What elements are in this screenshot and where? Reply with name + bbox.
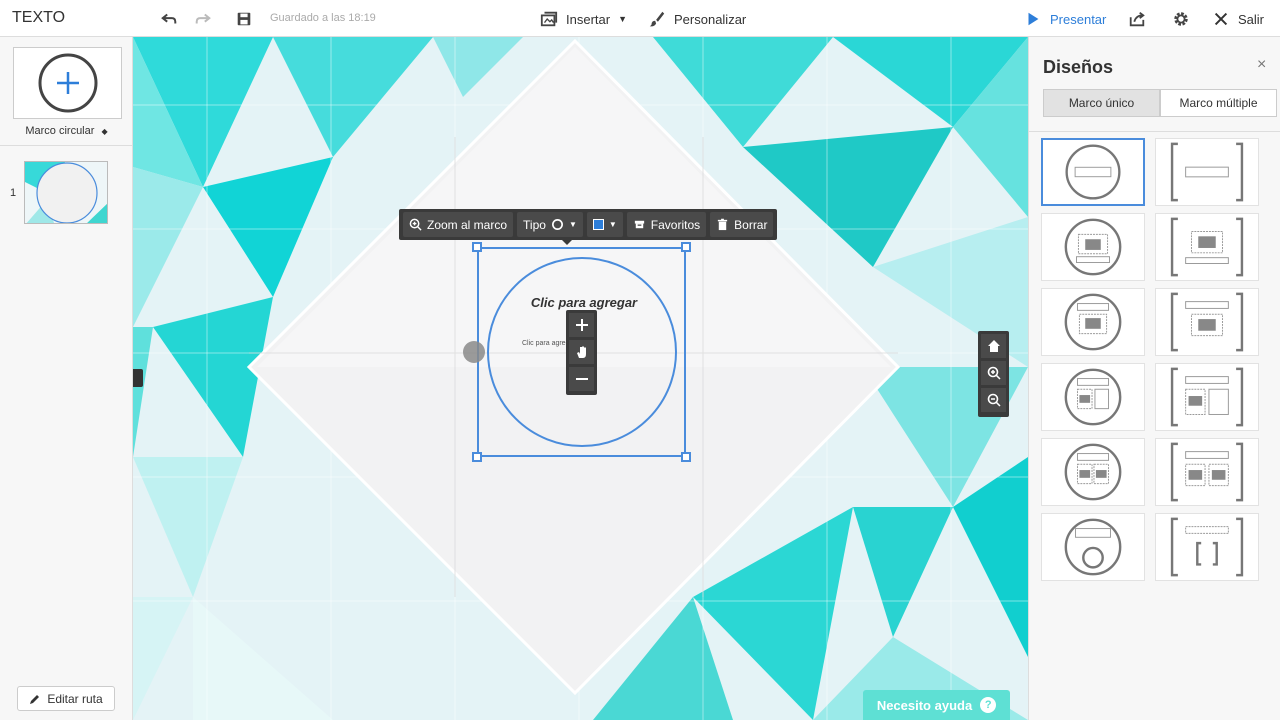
layouts-panel: Diseños × Marco único Marco múltiple bbox=[1028, 37, 1280, 720]
edit-route-button[interactable]: Editar ruta bbox=[17, 686, 115, 711]
insert-label: Insertar bbox=[566, 11, 611, 27]
left-panel-toggle[interactable] bbox=[133, 369, 143, 387]
layout-circle-title-image[interactable] bbox=[1041, 288, 1145, 356]
slide-thumbnail[interactable] bbox=[24, 161, 108, 224]
layout-bracket-two-images[interactable] bbox=[1155, 438, 1259, 506]
zoom-to-frame-label: Zoom al marco bbox=[427, 217, 508, 232]
chevron-down-icon: ▼ bbox=[608, 220, 617, 229]
frame-zoom-controls bbox=[566, 310, 597, 395]
zoom-in-icon[interactable] bbox=[981, 361, 1006, 385]
play-icon bbox=[1028, 12, 1039, 26]
favorites-label: Favoritos bbox=[650, 217, 701, 232]
favorites-icon bbox=[634, 220, 644, 229]
canvas[interactable]: Zoom al marco Tipo ▼ ▼ Favoritos Borrar … bbox=[133, 37, 1028, 720]
frame-type-label: Marco circular bbox=[25, 125, 95, 137]
layout-bracket-image[interactable] bbox=[1155, 213, 1259, 281]
gear-icon[interactable] bbox=[1170, 8, 1192, 30]
chevron-down-icon: ▼ bbox=[618, 14, 627, 24]
hand-icon[interactable] bbox=[569, 340, 594, 364]
saved-status: Guardado a las 18:19 bbox=[270, 12, 376, 24]
trash-icon bbox=[717, 218, 728, 231]
delete-button[interactable]: Borrar bbox=[710, 212, 774, 237]
close-icon bbox=[1214, 12, 1228, 26]
share-icon[interactable] bbox=[1126, 8, 1148, 30]
resize-handle[interactable] bbox=[681, 242, 691, 252]
circle-icon bbox=[551, 219, 563, 230]
present-label: Presentar bbox=[1050, 11, 1107, 27]
title-placeholder[interactable]: Clic para agregar bbox=[529, 295, 639, 310]
add-frame-button[interactable] bbox=[13, 47, 122, 119]
minus-icon[interactable] bbox=[569, 367, 594, 391]
redo-icon[interactable] bbox=[192, 8, 214, 30]
frame-type-button[interactable]: Tipo ▼ bbox=[517, 212, 583, 237]
layout-circle-two-images[interactable] bbox=[1041, 438, 1145, 506]
edit-route-label: Editar ruta bbox=[47, 691, 103, 706]
customize-label: Personalizar bbox=[674, 11, 747, 27]
frame-toolbar: Zoom al marco Tipo ▼ ▼ Favoritos Borrar bbox=[399, 209, 778, 245]
layout-bracket-title[interactable] bbox=[1155, 138, 1259, 206]
top-bar: TEXTO Guardado a las 18:19 Insertar ▼ Pe… bbox=[0, 0, 1280, 37]
customize-button[interactable]: Personalizar bbox=[648, 8, 746, 30]
home-icon[interactable] bbox=[981, 334, 1006, 358]
brush-icon bbox=[649, 11, 665, 27]
pencil-icon bbox=[30, 694, 40, 704]
panel-title: Diseños bbox=[1043, 57, 1114, 77]
left-panel: Marco circular ◆ 1 Editar ruta bbox=[0, 37, 133, 720]
insert-button[interactable]: Insertar ▼ bbox=[540, 8, 627, 30]
chevron-down-icon: ▼ bbox=[568, 220, 577, 229]
drag-handle[interactable] bbox=[463, 341, 485, 363]
help-button[interactable]: Necesito ayuda ? bbox=[863, 690, 1010, 720]
exit-label: Salir bbox=[1238, 11, 1265, 27]
zoom-in-icon bbox=[409, 218, 422, 231]
presentation-title[interactable]: TEXTO bbox=[12, 9, 65, 27]
question-icon: ? bbox=[980, 697, 997, 713]
sort-icon: ◆ bbox=[101, 127, 108, 136]
zoom-to-frame-button[interactable]: Zoom al marco bbox=[403, 212, 514, 237]
insert-icon bbox=[540, 11, 558, 27]
help-label: Necesito ayuda bbox=[876, 697, 973, 713]
present-button[interactable]: Presentar bbox=[1024, 8, 1106, 30]
divider bbox=[1029, 131, 1280, 132]
resize-handle[interactable] bbox=[681, 452, 691, 462]
favorites-button[interactable]: Favoritos bbox=[626, 212, 707, 237]
frame-type-label: Tipo bbox=[523, 217, 546, 232]
layout-circle-nested[interactable] bbox=[1041, 513, 1145, 581]
layout-tabs: Marco único Marco múltiple bbox=[1043, 89, 1277, 117]
close-icon[interactable]: × bbox=[1257, 56, 1266, 74]
exit-button[interactable]: Salir bbox=[1212, 8, 1264, 30]
layout-circle-image[interactable] bbox=[1041, 213, 1145, 281]
tab-multiple-frame[interactable]: Marco múltiple bbox=[1160, 89, 1277, 117]
layout-circle-title[interactable] bbox=[1041, 138, 1145, 206]
toolbar-pointer bbox=[562, 240, 572, 245]
layout-circle-image-text[interactable] bbox=[1041, 363, 1145, 431]
color-swatch bbox=[592, 219, 604, 230]
resize-handle[interactable] bbox=[472, 452, 482, 462]
slide-number: 1 bbox=[10, 187, 17, 199]
navigation-tools bbox=[978, 331, 1009, 417]
delete-label: Borrar bbox=[734, 217, 768, 232]
zoom-out-icon[interactable] bbox=[981, 388, 1006, 412]
layout-bracket-title-image[interactable] bbox=[1155, 288, 1259, 356]
save-icon[interactable] bbox=[233, 8, 255, 30]
divider bbox=[0, 145, 133, 146]
layout-bracket-image-text[interactable] bbox=[1155, 363, 1259, 431]
frame-type-select[interactable]: Marco circular ◆ bbox=[0, 125, 133, 137]
layout-bracket-nested[interactable] bbox=[1155, 513, 1259, 581]
frame-color-button[interactable]: ▼ bbox=[586, 212, 623, 237]
plus-icon[interactable] bbox=[569, 313, 594, 337]
undo-icon[interactable] bbox=[158, 8, 180, 30]
tab-single-frame[interactable]: Marco único bbox=[1043, 89, 1160, 117]
plus-circle-icon bbox=[38, 53, 97, 113]
resize-handle[interactable] bbox=[472, 242, 482, 252]
